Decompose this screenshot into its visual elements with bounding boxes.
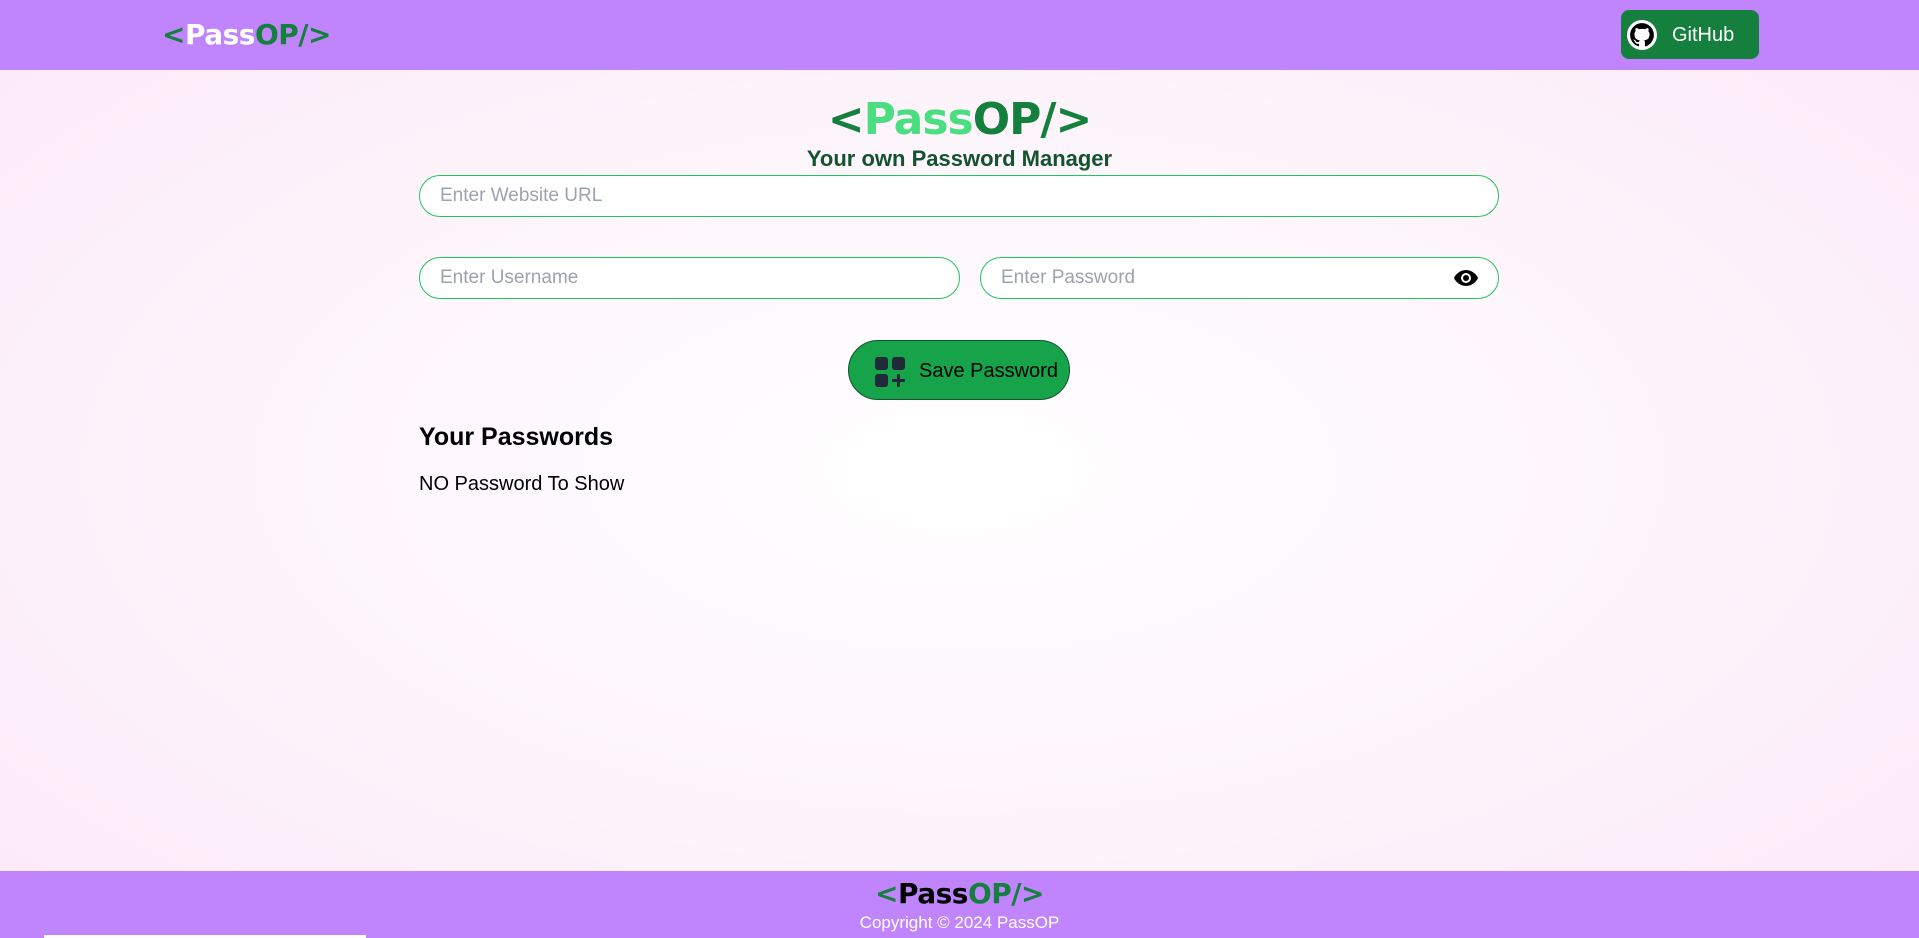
github-label: GitHub	[1672, 24, 1735, 46]
footer-logo-bracket-close: >	[1021, 877, 1044, 910]
github-button[interactable]: GitHub	[1621, 10, 1759, 59]
tagline: Your own Password Manager	[806, 146, 1113, 171]
copyright-text: Copyright © 2024 PassOP	[859, 913, 1060, 932]
password-field-wrapper	[980, 257, 1499, 299]
navbar: <PassOP/> GitHub	[0, 0, 1919, 70]
logo-bracket-open: <	[162, 18, 185, 51]
footer-logo-pass: Pass	[897, 877, 969, 910]
logo-op: OP/	[254, 18, 309, 51]
logo-bracket-close: >	[308, 18, 331, 51]
footer-logo: <PassOP/>	[0, 878, 1919, 910]
save-password-label: Save Password	[919, 360, 1058, 382]
hero-logo-bracket-close: >	[1055, 94, 1092, 145]
logo-pass: Pass	[184, 18, 256, 51]
footer-logo-bracket-open: <	[875, 877, 898, 910]
footer: <PassOP/> Copyright © 2024 PassOP	[0, 871, 1919, 938]
hero-logo-op: OP/	[972, 94, 1057, 145]
hero-logo-bracket-open: <	[827, 94, 865, 145]
empty-passwords-text: NO Password To Show	[419, 473, 625, 495]
hero-logo: <PassOP/>	[0, 95, 1919, 145]
eye-icon[interactable]	[1453, 268, 1479, 288]
password-input[interactable]	[980, 257, 1499, 299]
save-password-button[interactable]: Save Password	[848, 340, 1070, 400]
github-icon	[1627, 20, 1657, 50]
passwords-heading: Your Passwords	[419, 423, 614, 451]
hero-logo-pass: Pass	[863, 94, 974, 145]
website-url-input[interactable]	[419, 175, 1499, 217]
footer-logo-op: OP/	[967, 877, 1022, 910]
nav-logo[interactable]: <PassOP/>	[162, 18, 331, 52]
username-input[interactable]	[419, 257, 960, 299]
add-widget-icon	[875, 357, 905, 387]
